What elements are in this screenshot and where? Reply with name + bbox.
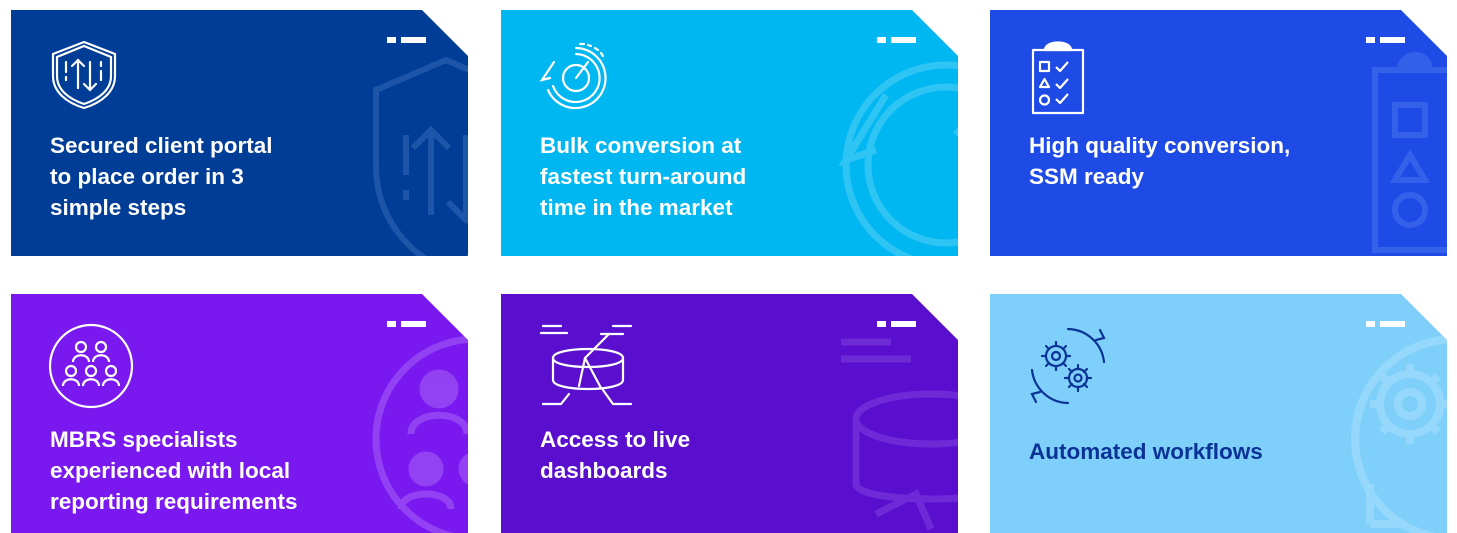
feature-label: Automated workflows <box>1029 439 1263 464</box>
pie-chart-watermark-icon <box>831 334 958 533</box>
team-watermark-icon <box>371 339 468 533</box>
corner-dash-marker <box>1366 37 1405 43</box>
corner-dash-marker <box>877 37 916 43</box>
feature-card-bulk-conversion: Bulk conversion at fastest turn-around t… <box>501 10 958 256</box>
feature-card-secured-portal: Secured client portal to place order in … <box>11 10 468 256</box>
feature-label: MBRS specialists experienced with local … <box>50 427 298 514</box>
corner-dash-marker <box>1366 321 1405 327</box>
feature-card-automated-workflows: Automated workflows <box>990 294 1447 533</box>
feature-label: Secured client portal to place order in … <box>50 133 273 220</box>
speedometer-watermark-icon <box>826 50 958 256</box>
shield-arrows-watermark-icon <box>371 55 468 256</box>
gears-cycle-icon <box>1028 326 1108 406</box>
team-people-icon <box>47 322 135 410</box>
feature-card-mbrs-specialists: MBRS specialists experienced with local … <box>11 294 468 533</box>
corner-dash-marker <box>387 321 426 327</box>
feature-label: Bulk conversion at fastest turn-around t… <box>540 133 747 220</box>
clipboard-checklist-icon <box>1030 40 1086 116</box>
feature-card-live-dashboards: Access to live dashboards <box>501 294 958 533</box>
speedometer-icon <box>536 40 612 116</box>
shield-arrows-icon <box>49 40 119 110</box>
gears-watermark-icon <box>1350 334 1447 533</box>
clipboard-watermark-icon <box>1365 50 1447 250</box>
corner-dash-marker <box>387 37 426 43</box>
pie-chart-dashboard-icon <box>539 322 635 410</box>
feature-card-high-quality: High quality conversion, SSM ready <box>990 10 1447 256</box>
feature-label: High quality conversion, SSM ready <box>1029 133 1291 189</box>
corner-dash-marker <box>877 321 916 327</box>
feature-label: Access to live dashboards <box>540 427 691 483</box>
